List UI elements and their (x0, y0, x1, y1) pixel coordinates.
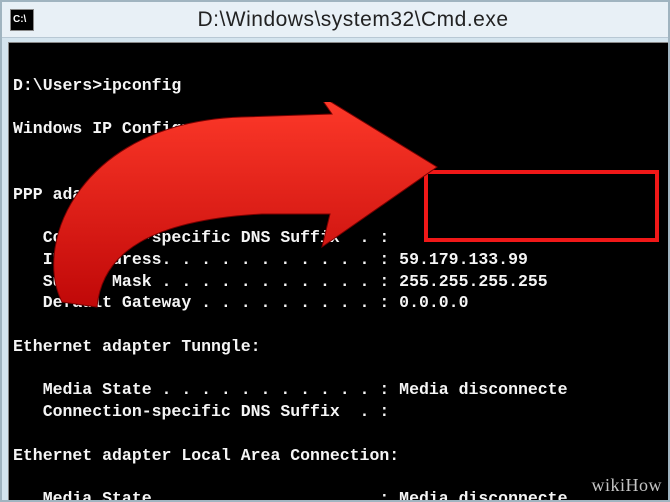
watermark: wikiHow (592, 475, 663, 496)
ppp-title: PPP adapter mtnl: (13, 185, 181, 204)
titlebar[interactable]: C:\ D:\Windows\system32\Cmd.exe (2, 2, 668, 38)
window-frame: C:\ D:\Windows\system32\Cmd.exe D:\Users… (0, 0, 670, 502)
ppp-conn: Connection-specific DNS Suffix . : (13, 228, 389, 247)
ppp-subnet: Subnet Mask . . . . . . . . . . . : 255.… (13, 272, 548, 291)
eth1-suffix: Connection-specific DNS Suffix . : (13, 402, 389, 421)
eth1-media: Media State . . . . . . . . . . . : Medi… (13, 380, 568, 399)
prompt-line: D:\Users>ipconfig (13, 76, 181, 95)
eth2-media: Media State . . . . . . . . . . . : Medi… (13, 489, 568, 500)
cmd-icon[interactable]: C:\ (10, 9, 34, 31)
ppp-gateway: Default Gateway . . . . . . . . . : 0.0.… (13, 293, 468, 312)
terminal-output[interactable]: D:\Users>ipconfig Windows IP Configurati… (8, 42, 668, 500)
eth2-title: Ethernet adapter Local Area Connection: (13, 446, 399, 465)
window-title: D:\Windows\system32\Cmd.exe (46, 8, 660, 32)
eth1-title: Ethernet adapter Tunngle: (13, 337, 261, 356)
header-line: Windows IP Configuration (13, 119, 251, 138)
ppp-ipv4: IPv4 Address. . . . . . . . . . . : 59.1… (13, 250, 528, 269)
cmd-icon-text: C:\ (13, 14, 26, 25)
